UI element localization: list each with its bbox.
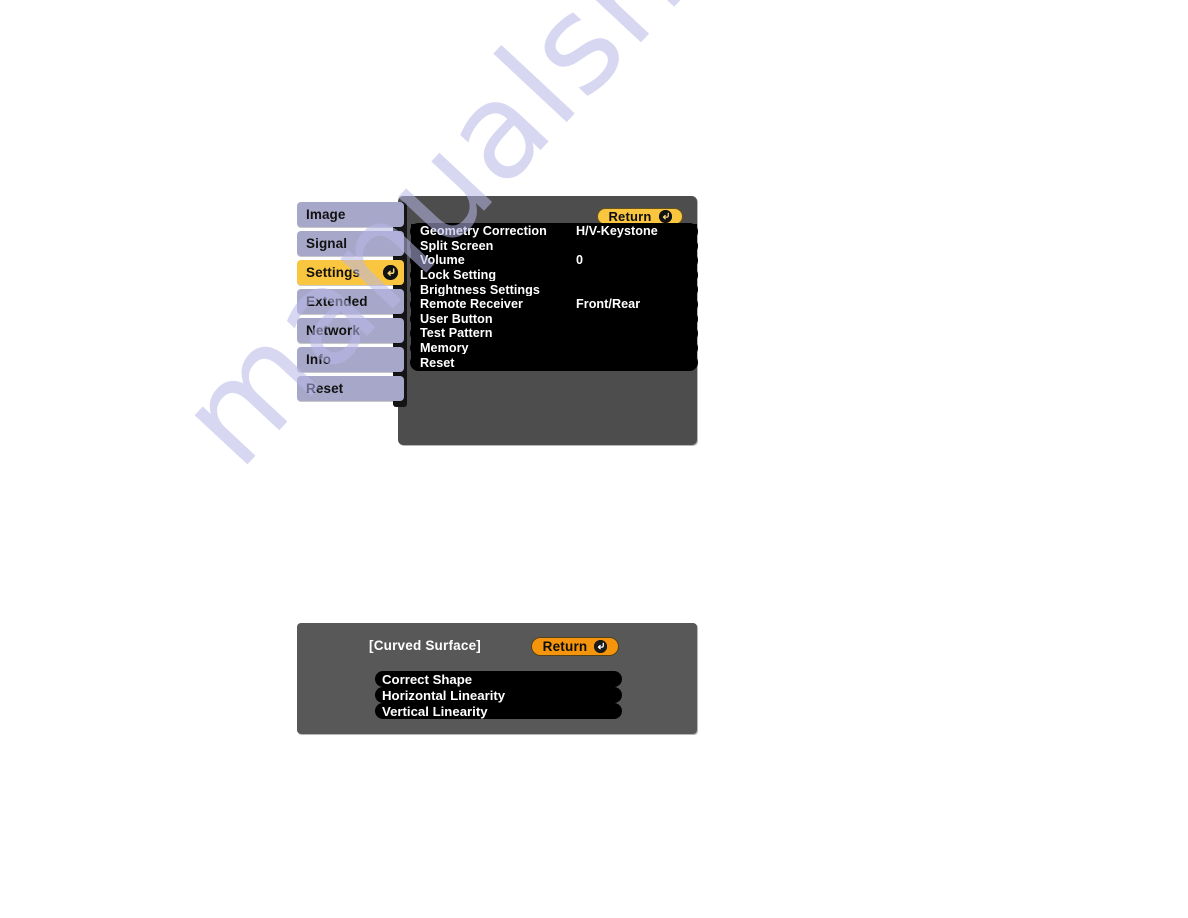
menu-row[interactable]: Geometry Correction H/V-Keystone <box>411 224 697 239</box>
list-item-label: Correct Shape <box>382 671 473 687</box>
menu-row[interactable]: Remote Receiver Front/Rear <box>411 296 697 312</box>
list-item[interactable]: Horizontal Linearity <box>375 687 622 703</box>
return-button-label: Return <box>608 209 652 224</box>
sidebar-item-label: Extended <box>306 294 368 309</box>
enter-icon <box>383 265 398 281</box>
menu-row-label: User Button <box>420 311 493 326</box>
curved-surface-list: Correct Shape Horizontal Linearity Verti… <box>375 671 622 719</box>
menu-row-value: H/V-Keystone <box>576 224 658 239</box>
sidebar-item-info[interactable]: Info <box>297 347 404 372</box>
list-item-label: Horizontal Linearity <box>382 687 506 703</box>
enter-icon <box>594 640 608 653</box>
return-button[interactable]: Return <box>597 208 683 225</box>
menu-row-label: Lock Setting <box>420 268 497 283</box>
sidebar-item-label: Network <box>306 323 360 338</box>
sidebar-item-label: Reset <box>306 381 344 396</box>
menu-row-label: Remote Receiver <box>420 297 523 312</box>
menu-row-label: Brightness Settings <box>420 282 540 297</box>
sidebar-item-label: Signal <box>306 236 348 251</box>
sidebar-item-reset[interactable]: Reset <box>297 376 404 401</box>
menu-row[interactable]: Test Pattern <box>411 326 697 341</box>
sidebar-item-settings[interactable]: Settings <box>297 260 404 285</box>
menu-row-label: Geometry Correction <box>420 224 547 239</box>
menu-row-value: 0 <box>576 253 584 268</box>
sidebar-item-image[interactable]: Image <box>297 202 404 227</box>
sidebar-item-label: Settings <box>306 265 361 280</box>
menu-row[interactable]: Volume 0 <box>411 253 697 268</box>
return-button[interactable]: Return <box>531 637 619 656</box>
list-item-label: Vertical Linearity <box>382 703 488 719</box>
menu-row[interactable]: Reset <box>411 355 697 370</box>
sidebar-item-extended[interactable]: Extended <box>297 289 404 314</box>
menu-row[interactable]: Memory <box>411 340 697 356</box>
menu-row[interactable]: Split Screen <box>411 238 697 254</box>
sidebar-item-signal[interactable]: Signal <box>297 231 404 256</box>
menu-row-label: Reset <box>420 355 455 370</box>
menu-row-value: Front/Rear <box>576 297 641 312</box>
menu-row-label: Split Screen <box>420 238 494 253</box>
list-item[interactable]: Vertical Linearity <box>375 703 622 719</box>
sidebar-item-network[interactable]: Network <box>297 318 404 343</box>
settings-menu-panel: Return Geometry Correction H/V-Keystone … <box>398 196 697 445</box>
curved-surface-panel: [Curved Surface] Return Correct Shape Ho… <box>297 623 697 734</box>
watermark: manualshive.com <box>0 0 1188 918</box>
menu-row-label: Volume <box>420 253 465 268</box>
settings-menu-list-container: Geometry Correction H/V-Keystone Split S… <box>411 224 697 370</box>
menu-row-label: Test Pattern <box>420 326 493 341</box>
return-button-label: Return <box>542 639 588 654</box>
sidebar-item-label: Image <box>306 207 346 222</box>
menu-category-tabs: Image Signal Settings Extended Network I… <box>297 202 410 407</box>
menu-row-label: Memory <box>420 341 469 356</box>
menu-row[interactable]: Lock Setting <box>411 267 697 283</box>
settings-menu-list: Geometry Correction H/V-Keystone Split S… <box>411 224 697 370</box>
menu-row[interactable]: Brightness Settings <box>411 282 697 297</box>
curved-surface-title: [Curved Surface] <box>369 638 481 653</box>
list-item[interactable]: Correct Shape <box>375 671 622 687</box>
enter-icon <box>658 210 672 223</box>
menu-row[interactable]: User Button <box>411 311 697 327</box>
sidebar-item-label: Info <box>306 352 332 367</box>
